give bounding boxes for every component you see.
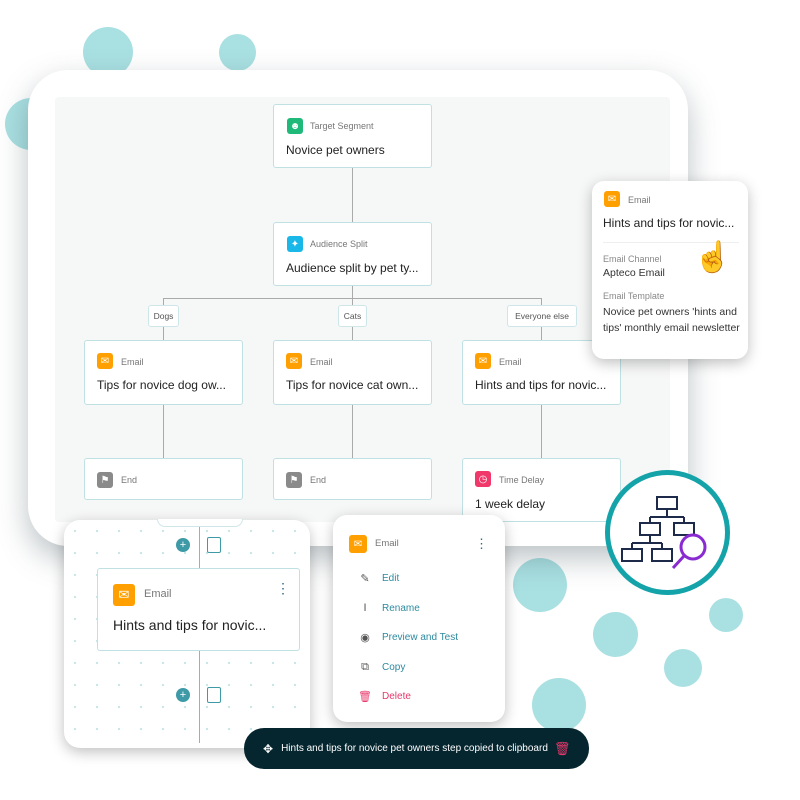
trash-icon[interactable]: 🗑	[554, 741, 571, 757]
toast-notification: ✥ Hints and tips for novice pet owners s…	[244, 728, 589, 769]
connector	[352, 168, 353, 222]
email-node-dogs[interactable]: ✉ Email Tips for novice dog ow...	[84, 340, 243, 405]
decor-circle	[513, 558, 567, 612]
node-title: Novice pet owners	[286, 143, 385, 157]
menu-label: Copy	[382, 662, 406, 673]
end-node[interactable]: ⚑ End	[84, 458, 243, 500]
email-icon: ✉	[113, 584, 135, 606]
split-icon: ✦	[287, 236, 303, 252]
menu-item-edit[interactable]: ✎ Edit	[358, 572, 399, 585]
audience-split-node[interactable]: ✦ Audience Split Audience split by pet t…	[273, 222, 432, 286]
hierarchy-search-icon	[621, 496, 707, 570]
node-title: Audience split by pet ty...	[286, 261, 419, 275]
editor-tab	[157, 519, 243, 527]
add-step-button[interactable]: +	[176, 688, 190, 702]
eye-icon: ◉	[360, 632, 370, 644]
node-title: Hints and tips for novic...	[475, 378, 607, 392]
card-type: Email	[628, 195, 651, 205]
decor-circle	[593, 612, 638, 657]
hand-cursor-icon: ☝	[694, 241, 732, 274]
copy-icon: ⧉	[361, 661, 369, 673]
toast-message: Hints and tips for novice pet owners ste…	[281, 743, 548, 754]
flag-icon: ⚑	[97, 472, 113, 488]
channel-value: Apteco Email	[603, 267, 665, 279]
branch-label-cats: Cats	[338, 305, 367, 327]
more-options-icon[interactable]: ⋮	[475, 536, 488, 552]
email-icon: ✉	[349, 535, 367, 553]
node-type: Email	[499, 357, 522, 367]
connector	[199, 527, 200, 568]
branch-label-everyone-else: Everyone else	[507, 305, 577, 327]
context-menu: ✉ Email ⋮ ✎ Edit I Rename ◉ Preview and Tes…	[333, 515, 505, 722]
node-title: Tips for novice cat own...	[286, 378, 419, 392]
text-cursor-icon: I	[363, 602, 367, 614]
connector	[163, 405, 164, 458]
menu-item-delete[interactable]: 🗑 Delete	[358, 690, 411, 703]
decor-circle	[532, 678, 586, 732]
node-type: End	[121, 475, 138, 485]
decor-circle	[709, 598, 743, 632]
trash-icon: 🗑	[358, 691, 372, 703]
node-title: 1 week delay	[475, 497, 546, 511]
menu-label: Preview and Test	[382, 632, 458, 643]
email-icon: ✉	[604, 191, 620, 207]
connector	[541, 405, 542, 458]
decor-circle	[664, 649, 702, 687]
email-icon: ✉	[97, 353, 113, 369]
connector	[352, 286, 353, 298]
more-options-icon[interactable]: ⋮	[276, 581, 290, 595]
node-type: Email	[144, 588, 172, 600]
menu-label: Edit	[382, 573, 400, 584]
channel-label: Email Channel	[603, 254, 662, 264]
paste-button[interactable]	[207, 537, 221, 553]
connector	[199, 651, 200, 743]
menu-label: Rename	[382, 602, 420, 614]
menu-item-preview-and-test[interactable]: ◉ Preview and Test	[358, 631, 458, 644]
node-title: Tips for novice dog ow...	[97, 378, 226, 392]
email-node-cats[interactable]: ✉ Email Tips for novice cat own...	[273, 340, 432, 405]
menu-header: Email	[375, 538, 399, 549]
edit-icon: ✎	[360, 573, 370, 585]
flag-icon: ⚑	[286, 472, 302, 488]
node-type: Time Delay	[499, 475, 545, 485]
menu-label: Delete	[382, 691, 411, 702]
target-segment-node[interactable]: ☻ Target Segment Novice pet owners	[273, 104, 432, 168]
template-value: Novice pet owners 'hints and tips' month…	[603, 306, 740, 334]
email-icon: ✉	[475, 353, 491, 369]
node-type: Target Segment	[310, 121, 374, 131]
editor-email-node[interactable]: ✉ Email ⋮ Hints and tips for novic...	[97, 568, 300, 651]
node-type: End	[310, 475, 327, 485]
template-label: Email Template	[603, 291, 665, 301]
branch-label-dogs: Dogs	[148, 305, 179, 327]
connector	[352, 405, 353, 458]
card-title: Hints and tips for novic...	[603, 216, 735, 230]
people-icon: ☻	[287, 118, 303, 134]
clock-icon: ◷	[475, 471, 491, 487]
email-icon: ✉	[286, 353, 302, 369]
paste-button[interactable]	[207, 687, 221, 703]
node-type: Audience Split	[310, 239, 368, 249]
node-type: Email	[310, 357, 333, 367]
move-icon: ✥	[263, 741, 274, 756]
menu-item-copy[interactable]: ⧉ Copy	[358, 661, 405, 674]
node-type: Email	[121, 357, 144, 367]
node-title: Hints and tips for novic...	[113, 617, 267, 633]
add-step-button[interactable]: +	[176, 538, 190, 552]
decor-circle	[219, 34, 256, 71]
time-delay-node[interactable]: ◷ Time Delay 1 week delay	[462, 458, 621, 522]
menu-item-rename[interactable]: I Rename	[358, 602, 420, 614]
end-node[interactable]: ⚑ End	[273, 458, 432, 500]
hierarchy-search-badge	[605, 470, 730, 595]
